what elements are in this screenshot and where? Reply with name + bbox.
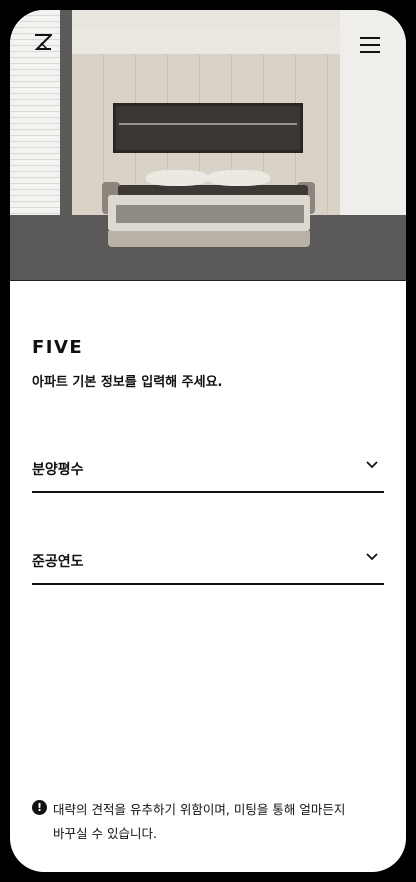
completion-year-select[interactable]: 준공연도 [32, 539, 384, 585]
exclamation-circle-icon: ! [32, 800, 47, 815]
wall-shelf [113, 103, 303, 153]
completion-year-label: 준공연도 [32, 554, 84, 570]
phone-screen: FIVE 아파트 기본 정보를 입력해 주세요. 분양평수 준공연도 ! 대략의… [10, 10, 406, 872]
area-select-label: 분양평수 [32, 462, 84, 478]
hero-image [10, 10, 406, 281]
chevron-down-icon [366, 461, 378, 469]
pillow [208, 170, 270, 186]
hamburger-menu-icon[interactable] [360, 36, 382, 54]
notice-line-1: 대략의 견적을 유추하기 위함이며, 미팅을 통해 얼마든지 [53, 802, 346, 817]
area-select[interactable]: 분양평수 [32, 447, 384, 493]
form-instruction: 아파트 기본 정보를 입력해 주세요. [32, 375, 223, 390]
chevron-down-icon [366, 553, 378, 561]
pillow [146, 170, 208, 186]
brand-title: FIVE [32, 337, 84, 358]
z-logo-icon[interactable] [34, 34, 52, 50]
notice-line-2: 바꾸실 수 있습니다. [53, 826, 157, 841]
